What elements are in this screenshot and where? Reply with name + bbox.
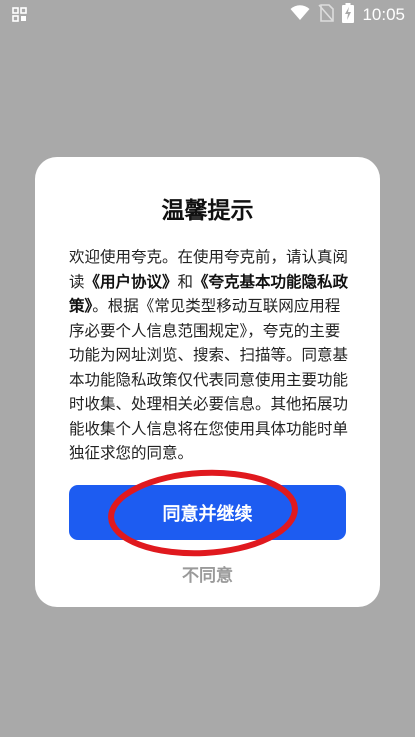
- wifi-icon: [290, 5, 310, 25]
- grid-app-icon: [12, 7, 28, 23]
- dialog-body: 欢迎使用夸克。在使用夸克前，请认真阅读《用户协议》和《夸克基本功能隐私政策》。根…: [69, 245, 349, 466]
- no-sim-icon: [318, 4, 335, 26]
- battery-charging-icon: [342, 3, 355, 27]
- user-agreement-link[interactable]: 《用户协议》: [85, 273, 178, 291]
- body-text-part2: 。根据《常见类型移动互联网应用程序必要个人信息范围规定》，夸克的主要功能为网址浏…: [69, 297, 349, 462]
- dialog-title: 温馨提示: [161, 198, 254, 224]
- status-time: 10:05: [362, 5, 405, 24]
- body-text-and: 和: [177, 272, 194, 291]
- disagree-button[interactable]: 不同意: [35, 561, 380, 586]
- agree-continue-button[interactable]: 同意并继续: [69, 485, 346, 540]
- status-bar: 10:05: [0, 0, 415, 30]
- privacy-dialog: 温馨提示 欢迎使用夸克。在使用夸克前，请认真阅读《用户协议》和《夸克基本功能隐私…: [35, 157, 380, 607]
